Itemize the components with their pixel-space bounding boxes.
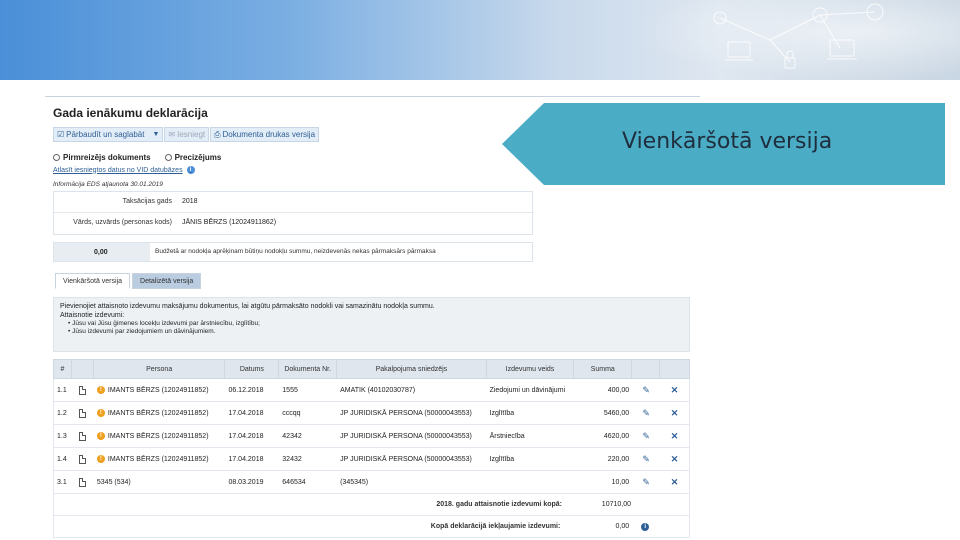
document-icon[interactable] [79,408,87,418]
eds-update-note: Informācija EDS atjaunota 30.01.2019 [53,181,163,188]
submit-button[interactable]: ✉ Iesniegt [164,127,210,142]
radio-initial-document[interactable] [53,154,60,161]
header-banner [0,0,960,80]
warning-icon: ! [96,455,105,463]
network-devices-illustration [713,3,884,69]
fetch-vid-data-link[interactable]: Atlasīt iesniegtos datus no VID datubāze… [53,166,195,174]
edit-pencil-icon[interactable]: ✎ [642,408,650,419]
delete-x-icon[interactable]: ✕ [671,454,679,465]
taxpayer-info-box: Taksācijas gads 2018 Vārds, uzvārds (per… [53,191,534,235]
document-icon[interactable] [79,477,87,487]
warning-icon: ! [96,386,105,394]
tab-detailed[interactable]: Detalizētā versija [132,273,202,289]
slide: Gada ienākumu deklarācija ☑ Pārbaudīt un… [0,0,960,540]
version-tabs: Vienkāršotā versija Detalizētā versija [55,273,203,289]
delete-x-icon[interactable]: ✕ [671,431,679,442]
declaration-total-row: Kopā deklarācijā iekļaujamie izdevumi: 0… [53,516,690,538]
radio-correction[interactable] [164,154,172,161]
summary-amount: 0,00 [54,243,150,261]
year-total-row: 2018. gadu attaisnotie izdevumi kopā: 10… [53,494,690,516]
expenses-table: # Persona Datums Dokumenta Nr. Pakalpoju… [53,359,690,538]
document-type-radios: Pirmreizējs dokuments Precizējums [53,153,235,162]
version-callout: Vienkāršotā versija [502,103,945,185]
callout-title: Vienkāršotā versija [622,129,833,154]
edit-pencil-icon[interactable]: ✎ [642,454,650,465]
toolbar: ☑ Pārbaudīt un saglabāt ▼ ✉ Iesniegt ⎙ D… [53,127,320,142]
tax-year-value: 2018 [182,198,198,205]
table-row[interactable]: 1.1 ! IMANTS BĒRZS (12024911852) 06.12.20… [53,379,690,402]
document-icon[interactable] [79,385,87,395]
info-icon[interactable]: i [641,522,650,531]
delete-x-icon[interactable]: ✕ [671,385,679,396]
document-icon[interactable] [79,431,87,441]
summary-description: Budžetā ar nodokļa aprēķinam būtiņu nodo… [155,248,436,255]
table-row[interactable]: 1.4 ! IMANTS BĒRZS (12024911852) 17.04.20… [53,448,690,471]
tax-summary-row: 0,00 Budžetā ar nodokļa aprēķinam būtiņu… [53,242,533,262]
info-icon[interactable]: i [186,166,195,174]
person-label: Vārds, uzvārds (personas kods) [73,219,172,226]
expenses-notice: Pievienojiet attaisnoto izdevumu maksāju… [53,297,690,352]
document-icon[interactable] [79,454,87,464]
table-row[interactable]: 1.2 ! IMANTS BĒRZS (12024911852) 17.04.20… [53,402,690,425]
edit-pencil-icon[interactable]: ✎ [642,385,650,396]
edit-pencil-icon[interactable]: ✎ [642,431,650,442]
caret-down-icon: ▼ [152,131,160,138]
edit-pencil-icon[interactable]: ✎ [642,477,650,488]
warning-icon: ! [96,432,105,440]
send-icon: ✉ [168,130,176,139]
tab-simplified[interactable]: Vienkāršotā versija [55,273,131,289]
table-row[interactable]: 1.3 ! IMANTS BĒRZS (12024911852) 17.04.20… [53,425,690,448]
checkbox-edit-icon: ☑ [57,130,65,139]
validate-save-button[interactable]: ☑ Pārbaudīt un saglabāt ▼ [53,127,164,142]
table-header: # Persona Datums Dokumenta Nr. Pakalpoju… [53,359,690,379]
person-value: JĀNIS BĒRZS (12024911862) [182,219,277,226]
printer-icon: ⎙ [214,129,221,139]
delete-x-icon[interactable]: ✕ [671,408,679,419]
divider [45,96,700,97]
delete-x-icon[interactable]: ✕ [671,477,679,488]
table-row[interactable]: 3.1 5345 (534) 08.03.2019 646534 (345345… [53,471,690,494]
warning-icon: ! [96,409,105,417]
tax-year-label: Taksācijas gads [122,198,172,205]
divider [54,212,534,213]
print-version-button[interactable]: ⎙ Dokumenta drukas versija [210,127,320,142]
page-title: Gada ienākumu deklarācija [53,106,208,120]
